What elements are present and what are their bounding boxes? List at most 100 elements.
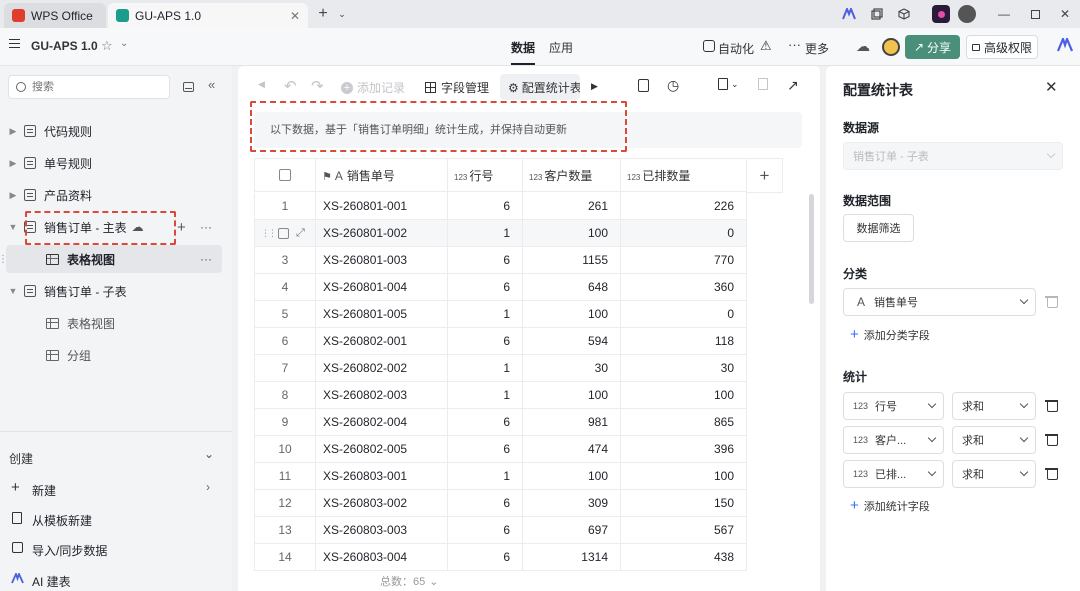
collapse-icon[interactable]: ▼ <box>6 222 20 232</box>
collapse-panel-icon[interactable] <box>183 82 194 92</box>
table-row[interactable]: 3 XS-260801-003 6 1155 770 <box>254 247 747 274</box>
cell-scheduled-qty[interactable]: 100 <box>621 382 747 409</box>
cell-line-no[interactable]: 6 <box>448 409 523 436</box>
stat-agg-select-2[interactable]: 求和 <box>952 426 1036 454</box>
table-row[interactable]: ⋮⋮ ⤢ XS-260801-002 1 100 0 <box>254 220 747 247</box>
tab-dropdown-icon[interactable]: ⌄ <box>333 5 351 23</box>
cell-scheduled-qty[interactable]: 567 <box>621 517 747 544</box>
delete-group-icon[interactable] <box>1045 295 1058 308</box>
close-window-icon[interactable]: ✕ <box>1056 5 1074 23</box>
tab-gu-aps[interactable]: GU-APS 1.0 ✕ <box>108 3 308 28</box>
tab-wps-office[interactable]: WPS Office <box>4 3 106 28</box>
cell-line-no[interactable]: 6 <box>448 490 523 517</box>
scroll-left-icon[interactable]: ◀ <box>258 79 265 90</box>
cell-customer-qty[interactable]: 100 <box>523 301 621 328</box>
star-icon[interactable]: ☆ <box>101 38 113 54</box>
add-group-field-button[interactable]: + 添加分类字段 <box>850 327 930 343</box>
cell-scheduled-qty[interactable]: 30 <box>621 355 747 382</box>
nav-tab-data[interactable]: 数据 <box>511 39 535 56</box>
chevron-right-icon[interactable]: › <box>206 480 210 494</box>
create-new-button[interactable]: 新建 <box>32 482 56 499</box>
cell-line-no[interactable]: 1 <box>448 301 523 328</box>
cell-scheduled-qty[interactable]: 118 <box>621 328 747 355</box>
stat-field-select-3[interactable]: 123 已排... <box>843 460 944 488</box>
sidebar-item-sales-order-sub[interactable]: ▼ 销售订单 - 子表 <box>0 276 232 306</box>
advanced-permission-button[interactable]: 高级权限 <box>966 35 1038 59</box>
sidebar-item-number-rules[interactable]: ▶ 单号规则 <box>0 148 232 178</box>
export-icon[interactable]: ⌄ <box>718 78 739 90</box>
cloud-icon[interactable]: ☁ <box>856 38 870 55</box>
table-row[interactable]: 8 XS-260802-003 1 100 100 <box>254 382 747 409</box>
import-sync-button[interactable]: 导入/同步数据 <box>32 542 107 559</box>
maximize-icon[interactable] <box>1026 5 1044 23</box>
new-from-template-button[interactable]: 从模板新建 <box>32 512 92 529</box>
chevron-down-icon[interactable]: ⌄ <box>120 38 128 49</box>
cell-customer-qty[interactable]: 100 <box>523 382 621 409</box>
collapse-icon[interactable]: ▼ <box>6 286 20 296</box>
cell-customer-qty[interactable]: 309 <box>523 490 621 517</box>
column-header-order-no[interactable]: ⚑ A 销售单号 <box>316 159 448 193</box>
cell-scheduled-qty[interactable]: 226 <box>621 193 747 220</box>
cell-line-no[interactable]: 6 <box>448 436 523 463</box>
sidebar-item-product-data[interactable]: ▶ 产品资料 <box>0 180 232 210</box>
cell-customer-qty[interactable]: 1314 <box>523 544 621 571</box>
column-header-line-no[interactable]: 123 行号 <box>448 159 523 193</box>
cell-customer-qty[interactable]: 100 <box>523 463 621 490</box>
select-all-checkbox[interactable] <box>279 169 291 181</box>
table-row[interactable]: 10 XS-260802-005 6 474 396 <box>254 436 747 463</box>
copy-icon[interactable] <box>868 5 886 23</box>
sidebar-item-code-rules[interactable]: ▶ 代码规则 <box>0 116 232 146</box>
close-tab-icon[interactable]: ✕ <box>290 9 300 23</box>
cell-line-no[interactable]: 1 <box>448 220 523 247</box>
table-row[interactable]: 11 XS-260803-001 1 100 100 <box>254 463 747 490</box>
warning-icon[interactable]: ⚠ <box>760 38 772 54</box>
stat-field-select-1[interactable]: 123 行号 <box>843 392 944 420</box>
cell-line-no[interactable]: 6 <box>448 274 523 301</box>
row-checkbox[interactable] <box>278 228 289 239</box>
more-options-icon[interactable]: ··· <box>200 220 212 234</box>
more-button[interactable]: 更多 <box>805 40 829 57</box>
cell-customer-qty[interactable]: 697 <box>523 517 621 544</box>
cell-order-no[interactable]: XS-260801-003 <box>316 247 448 274</box>
cell-customer-qty[interactable]: 474 <box>523 436 621 463</box>
vertical-scrollbar[interactable] <box>809 194 814 304</box>
sidebar-item-sales-order-main[interactable]: ▼ 销售订单 - 主表 ☁ + ··· <box>0 212 232 242</box>
share-button[interactable]: ↗ 分享 <box>905 35 960 59</box>
cell-scheduled-qty[interactable]: 438 <box>621 544 747 571</box>
cell-order-no[interactable]: XS-260802-005 <box>316 436 448 463</box>
cell-line-no[interactable]: 6 <box>448 328 523 355</box>
add-stat-field-button[interactable]: + 添加统计字段 <box>850 498 930 514</box>
cell-order-no[interactable]: XS-260803-003 <box>316 517 448 544</box>
stat-agg-select-3[interactable]: 求和 <box>952 460 1036 488</box>
automation-button[interactable]: 自动化 <box>718 40 754 57</box>
cell-order-no[interactable]: XS-260803-004 <box>316 544 448 571</box>
cell-line-no[interactable]: 6 <box>448 517 523 544</box>
cell-line-no[interactable]: 1 <box>448 355 523 382</box>
sidebar-item-table-view-sub[interactable]: 表格视图 <box>0 308 232 338</box>
search-box[interactable] <box>8 75 170 99</box>
cell-order-no[interactable]: XS-260801-001 <box>316 193 448 220</box>
cell-line-no[interactable]: 6 <box>448 247 523 274</box>
cell-line-no[interactable]: 1 <box>448 463 523 490</box>
nav-tab-app[interactable]: 应用 <box>549 39 573 56</box>
cell-order-no[interactable]: XS-260802-001 <box>316 328 448 355</box>
table-row[interactable]: 9 XS-260802-004 6 981 865 <box>254 409 747 436</box>
sidebar-item-group[interactable]: 分组 <box>0 340 232 370</box>
table-row[interactable]: 13 XS-260803-003 6 697 567 <box>254 517 747 544</box>
cell-line-no[interactable]: 1 <box>448 382 523 409</box>
table-row[interactable]: 7 XS-260802-002 1 30 30 <box>254 355 747 382</box>
stat-field-select-2[interactable]: 123 客户... <box>843 426 944 454</box>
ai-create-table-button[interactable]: AI 建表 <box>32 573 71 590</box>
drag-handle-icon[interactable]: ⋮ <box>0 254 8 265</box>
group-field-select[interactable]: A 销售单号 <box>843 288 1036 316</box>
table-row[interactable]: 1 XS-260801-001 6 261 226 <box>254 193 747 220</box>
minimize-icon[interactable]: — <box>995 5 1013 23</box>
clipboard-icon[interactable] <box>758 78 768 90</box>
expand-record-icon[interactable]: ⤢ <box>296 220 305 247</box>
new-tab-button[interactable]: + <box>314 5 332 23</box>
add-column-button[interactable]: + <box>747 158 783 193</box>
config-stats-button[interactable]: ⚙ 配置统计表 <box>508 79 580 96</box>
user-avatar[interactable] <box>882 38 900 56</box>
delete-stat-icon[interactable] <box>1045 467 1058 480</box>
data-filter-button[interactable]: 数据筛选 <box>843 214 914 242</box>
